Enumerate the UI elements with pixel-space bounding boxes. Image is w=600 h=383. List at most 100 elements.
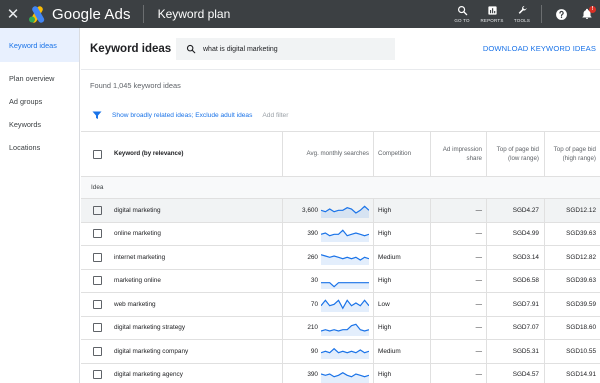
column-divider [430, 246, 431, 269]
table-body: digital marketing 3,600 High — SGD4.27 SGD12.… [81, 199, 600, 383]
row-checkbox[interactable] [93, 276, 102, 286]
sidebar-item-locations[interactable]: Locations [0, 136, 79, 159]
tools-label: TOOLS [513, 18, 531, 23]
google-ads-logo-icon [28, 5, 47, 23]
filter-icon[interactable] [92, 111, 102, 120]
keyword-cell: online marketing [114, 230, 161, 238]
reports-button[interactable]: REPORTS [477, 0, 507, 28]
column-divider [486, 246, 487, 269]
bid-low-cell: SGD3.14 [512, 253, 539, 261]
column-divider [486, 293, 487, 316]
row-checkbox[interactable] [93, 229, 102, 239]
bid-high-cell: SGD39.63 [566, 230, 596, 238]
column-keyword[interactable]: Keyword (by relevance) [114, 132, 274, 177]
page-header: Keyword ideas what is digital marketing … [81, 28, 600, 70]
sparkline-area [321, 282, 369, 289]
reports-icon [487, 6, 497, 15]
goto-button[interactable]: GO TO [447, 0, 477, 28]
column-divider [486, 363, 487, 383]
column-divider [373, 340, 374, 363]
goto-label: GO TO [454, 18, 470, 23]
column-divider [373, 269, 374, 292]
column-divider [544, 269, 545, 292]
avg-searches-cell: 30 [310, 277, 318, 285]
notification-badge: ! [589, 6, 596, 13]
search-trend-sparkline [321, 281, 369, 289]
bid-high-cell: SGD10.55 [566, 347, 596, 355]
active-filters-link[interactable]: Show broadly related ideas; Exclude adul… [112, 112, 252, 119]
column-divider [430, 293, 431, 316]
ad-impression-share-cell: — [475, 300, 482, 308]
column-divider [282, 222, 283, 245]
competition-cell: High [378, 371, 392, 379]
search-input[interactable]: what is digital marketing [176, 38, 395, 60]
column-ad-impression-share[interactable]: Ad impression share [434, 132, 482, 177]
bid-high-cell: SGD39.59 [566, 300, 596, 308]
competition-cell: High [378, 277, 392, 285]
column-divider [486, 222, 487, 245]
table-row[interactable]: digital marketing strategy 210 High — SGD7.0… [81, 316, 600, 340]
reports-label: REPORTS [480, 18, 504, 23]
table-row[interactable]: internet marketing 260 Medium — SGD3.14 SGD12… [81, 246, 600, 270]
bid-high-cell: SGD12.82 [566, 253, 596, 261]
row-checkbox[interactable] [93, 323, 102, 333]
row-checkbox[interactable] [93, 346, 102, 356]
column-divider [282, 246, 283, 269]
select-all-checkbox[interactable] [93, 149, 102, 159]
sidebar-item-keywords[interactable]: Keywords [0, 113, 79, 136]
search-trend-sparkline [321, 205, 369, 218]
divider [142, 5, 144, 23]
column-divider [430, 132, 431, 177]
row-checkbox[interactable] [93, 299, 102, 309]
ad-impression-share-cell: — [475, 324, 482, 332]
tools-button[interactable]: TOOLS [507, 0, 537, 28]
divider [541, 5, 542, 23]
page-name: Keyword plan [157, 7, 231, 21]
keyword-cell: web marketing [114, 300, 156, 308]
sidebar-item-ad-groups[interactable]: Ad groups [0, 90, 79, 113]
row-checkbox[interactable] [93, 205, 102, 215]
column-bid-low[interactable]: Top of page bid (low range) [491, 132, 539, 177]
column-avg-searches[interactable]: Avg. monthly searches [281, 132, 369, 177]
table-row[interactable]: marketing online 30 High — SGD6.58 SGD39.63 [81, 269, 600, 293]
sidebar-item-keyword-ideas[interactable]: Keyword ideas [0, 28, 79, 62]
column-divider [544, 340, 545, 363]
column-divider [282, 340, 283, 363]
table-row[interactable]: digital marketing agency 390 High — SGD4.57 S… [81, 363, 600, 383]
avg-searches-cell: 260 [307, 253, 318, 261]
table-row[interactable]: online marketing 390 High — SGD4.99 SGD39.63 [81, 222, 600, 246]
column-divider [544, 363, 545, 383]
help-button[interactable] [548, 0, 574, 28]
table-row[interactable]: web marketing 70 Low — SGD7.91 SGD39.59 [81, 293, 600, 317]
column-divider [282, 132, 283, 177]
close-icon[interactable]: ✕ [0, 5, 26, 23]
ad-impression-share-cell: — [475, 371, 482, 379]
column-divider [282, 269, 283, 292]
competition-cell: High [378, 206, 392, 214]
row-checkbox[interactable] [93, 252, 102, 262]
search-trend-sparkline [321, 323, 369, 336]
sidebar-item-plan-overview[interactable]: Plan overview [0, 67, 79, 90]
add-filter-button[interactable]: Add filter [262, 112, 288, 119]
column-divider [282, 199, 283, 222]
avg-searches-cell: 3,600 [302, 206, 318, 214]
help-icon [555, 8, 567, 20]
table-row[interactable]: digital marketing 3,600 High — SGD4.27 SGD12.… [81, 199, 600, 223]
filter-bar: Show broadly related ideas; Exclude adul… [81, 108, 600, 122]
group-header: Idea [81, 177, 600, 199]
download-keyword-ideas-button[interactable]: DOWNLOAD KEYWORD IDEAS [483, 44, 596, 53]
column-bid-high[interactable]: Top of page bid (high range) [549, 132, 596, 177]
table-row[interactable]: digital marketing company 90 Medium — SGD5.3… [81, 340, 600, 364]
row-checkbox[interactable] [93, 370, 102, 380]
bid-high-cell: SGD18.60 [566, 324, 596, 332]
keyword-cell: digital marketing company [114, 347, 189, 355]
column-divider [282, 363, 283, 383]
column-divider [430, 269, 431, 292]
search-trend-sparkline [321, 254, 369, 265]
bid-low-cell: SGD6.58 [512, 277, 539, 285]
column-divider [373, 222, 374, 245]
notifications-button[interactable]: ! [574, 0, 600, 28]
competition-cell: Low [378, 300, 390, 308]
column-competition[interactable]: Competition [378, 132, 428, 177]
search-icon [457, 6, 467, 16]
